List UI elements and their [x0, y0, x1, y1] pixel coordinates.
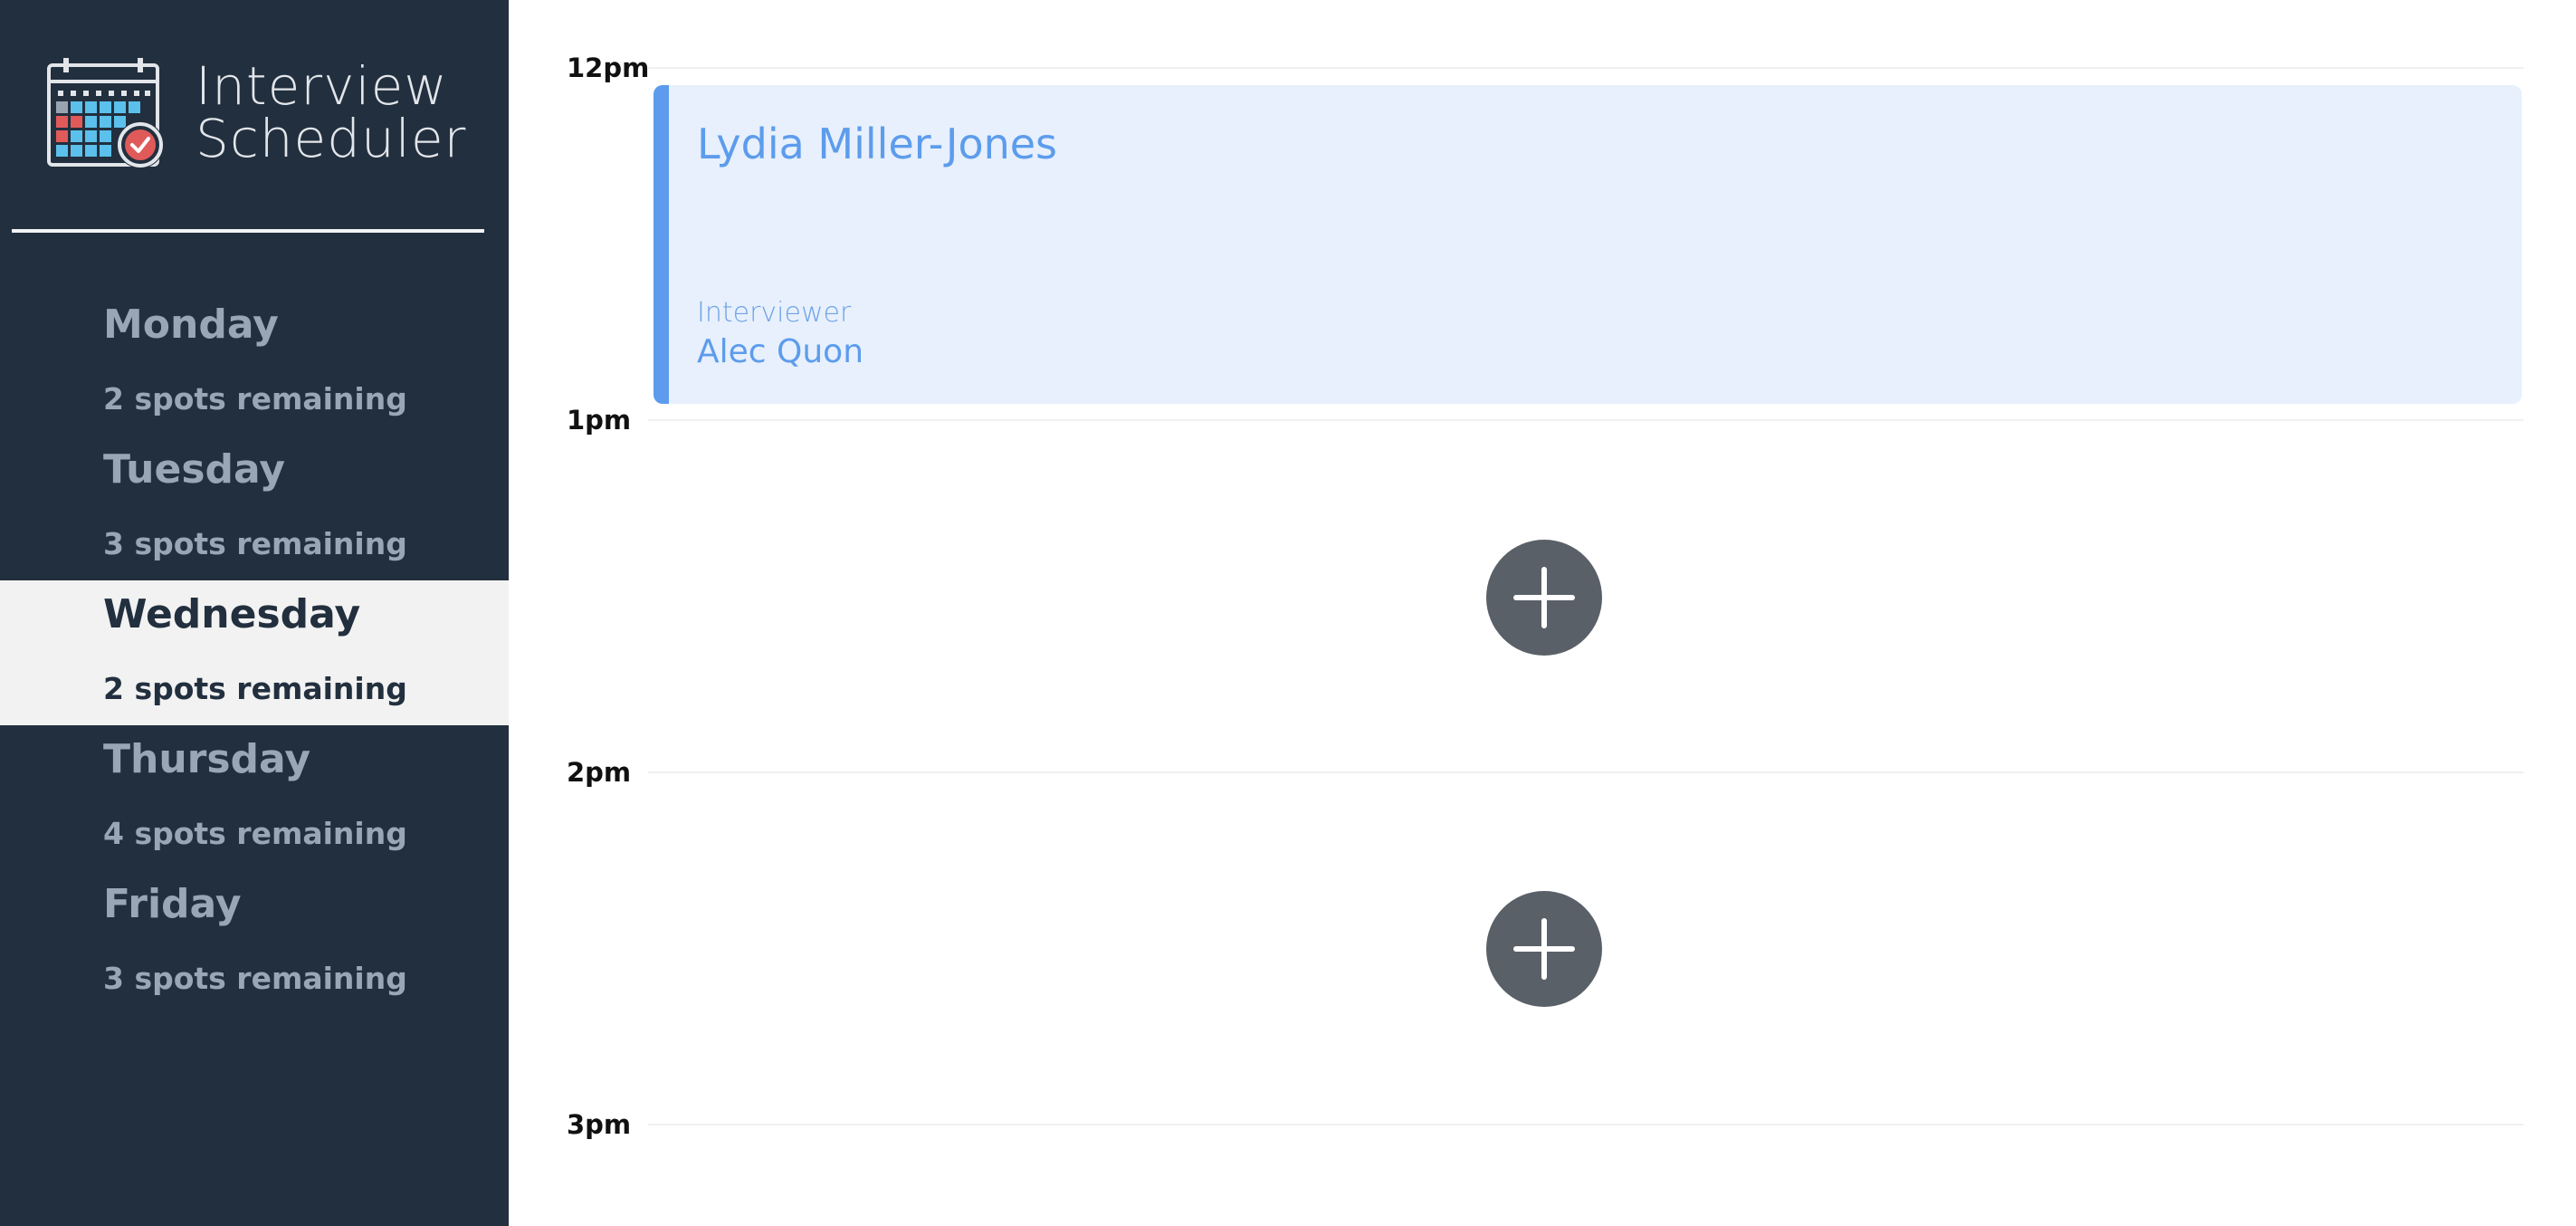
time-label-12pm: 12pm	[567, 53, 650, 83]
add-appointment-button[interactable]	[1486, 891, 1602, 1007]
day-name: Monday	[103, 302, 279, 348]
day-spots: 2 spots remaining	[103, 671, 407, 706]
time-separator	[648, 67, 2524, 69]
day-name: Friday	[103, 881, 242, 927]
time-label-2pm: 2pm	[567, 757, 632, 788]
interviewer-name: Alec Quon	[697, 333, 864, 370]
time-separator	[648, 419, 2524, 421]
day-item-tuesday[interactable]: Tuesday 3 spots remaining	[0, 436, 509, 580]
schedule: 12pm Lydia Miller-Jones Interviewer Alec…	[509, 0, 2576, 1226]
sidebar: Interview Scheduler Monday 2 spots remai…	[0, 0, 509, 1226]
interviewer-label: Interviewer	[697, 297, 852, 329]
plus-icon	[1513, 567, 1575, 628]
day-spots: 4 spots remaining	[103, 816, 407, 851]
appointment-card[interactable]: Lydia Miller-Jones Interviewer Alec Quon	[654, 85, 2522, 404]
day-list: Monday 2 spots remaining Tuesday 3 spots…	[0, 291, 509, 1015]
day-item-thursday[interactable]: Thursday 4 spots remaining	[0, 725, 509, 870]
add-appointment-button[interactable]	[1486, 540, 1602, 656]
plus-icon	[1513, 918, 1575, 980]
day-spots: 3 spots remaining	[103, 526, 407, 561]
calendar-check-icon	[47, 58, 164, 168]
app-title-line2: Scheduler	[196, 108, 467, 169]
day-name: Wednesday	[103, 591, 361, 637]
student-name: Lydia Miller-Jones	[697, 120, 1058, 168]
time-label-3pm: 3pm	[567, 1109, 632, 1140]
app-root: Interview Scheduler Monday 2 spots remai…	[0, 0, 2576, 1226]
app-title-line1: Interview	[196, 55, 448, 117]
day-name: Thursday	[103, 736, 311, 782]
brand: Interview Scheduler	[47, 58, 466, 176]
app-title: Interview Scheduler	[196, 60, 466, 165]
day-spots: 2 spots remaining	[103, 381, 407, 417]
sidebar-divider	[12, 229, 484, 233]
time-label-1pm: 1pm	[567, 405, 632, 436]
day-item-monday[interactable]: Monday 2 spots remaining	[0, 291, 509, 436]
day-name: Tuesday	[103, 446, 286, 493]
day-item-friday[interactable]: Friday 3 spots remaining	[0, 870, 509, 1015]
time-separator	[648, 1124, 2524, 1125]
day-spots: 3 spots remaining	[103, 961, 407, 996]
day-item-wednesday[interactable]: Wednesday 2 spots remaining	[0, 580, 509, 725]
time-separator	[648, 771, 2524, 773]
